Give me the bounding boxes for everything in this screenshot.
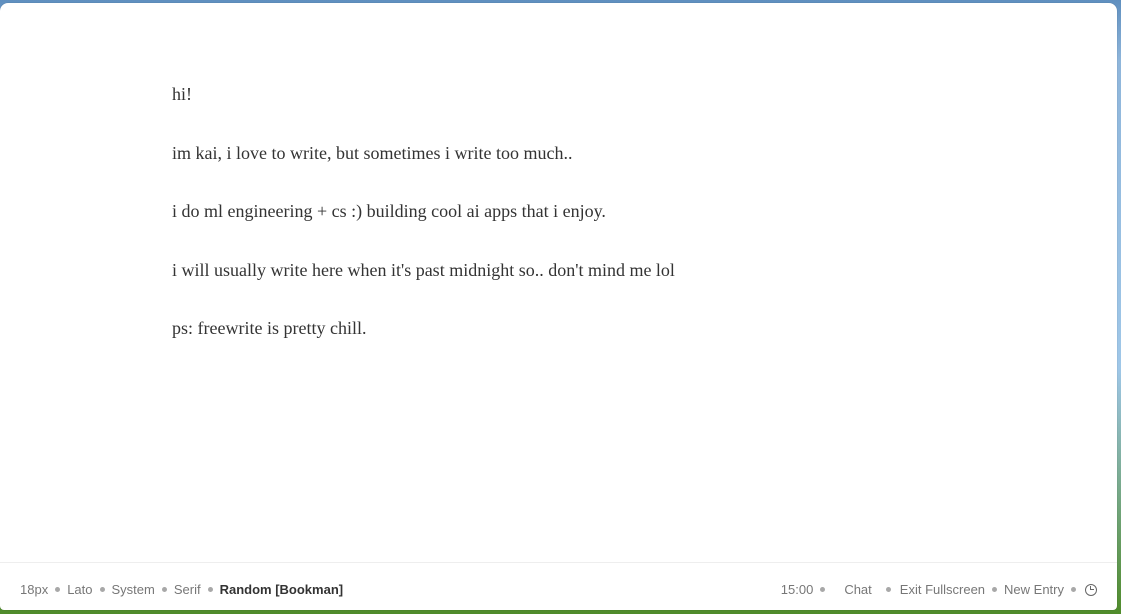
separator-dot: [99, 587, 105, 592]
separator-dot: [207, 587, 213, 592]
editor-paragraph: hi!: [172, 84, 192, 104]
app-window: hi! im kai, i love to write, but sometim…: [0, 3, 1117, 610]
font-size-button[interactable]: 18px: [20, 582, 48, 597]
clock-icon[interactable]: [1085, 583, 1097, 596]
editor-paragraph: i will usually write here when it's past…: [172, 259, 675, 280]
chat-button[interactable]: Chat: [844, 582, 871, 597]
font-system-button[interactable]: System: [112, 582, 155, 597]
separator-dot: [885, 587, 891, 592]
separator-dot: [55, 587, 61, 592]
separator-dot: [1071, 587, 1076, 592]
font-options: 18px Lato System Serif Random [Bookman]: [20, 582, 343, 597]
separator-dot: [992, 587, 998, 592]
font-random-button[interactable]: Random [Bookman]: [220, 582, 344, 597]
separator-dot: [161, 587, 167, 592]
new-entry-button[interactable]: New Entry: [1004, 582, 1064, 597]
font-serif-button[interactable]: Serif: [174, 582, 201, 597]
editor-paragraph: ps: freewrite is pretty chill.: [172, 318, 367, 338]
exit-fullscreen-button[interactable]: Exit Fullscreen: [900, 582, 985, 597]
font-lato-button[interactable]: Lato: [67, 582, 92, 597]
separator-dot: [820, 587, 826, 592]
bottom-bar: 18px Lato System Serif Random [Bookman] …: [0, 563, 1117, 610]
editor-paragraph: i do ml engineering + cs :) building coo…: [172, 201, 606, 221]
timer-button[interactable]: 15:00: [781, 582, 814, 597]
session-controls: 15:00 Chat Exit Fullscreen New Entry: [781, 582, 1097, 597]
editor-paragraph: im kai, i love to write, but sometimes i…: [172, 142, 573, 163]
editor-text-area[interactable]: hi! im kai, i love to write, but sometim…: [172, 83, 952, 553]
